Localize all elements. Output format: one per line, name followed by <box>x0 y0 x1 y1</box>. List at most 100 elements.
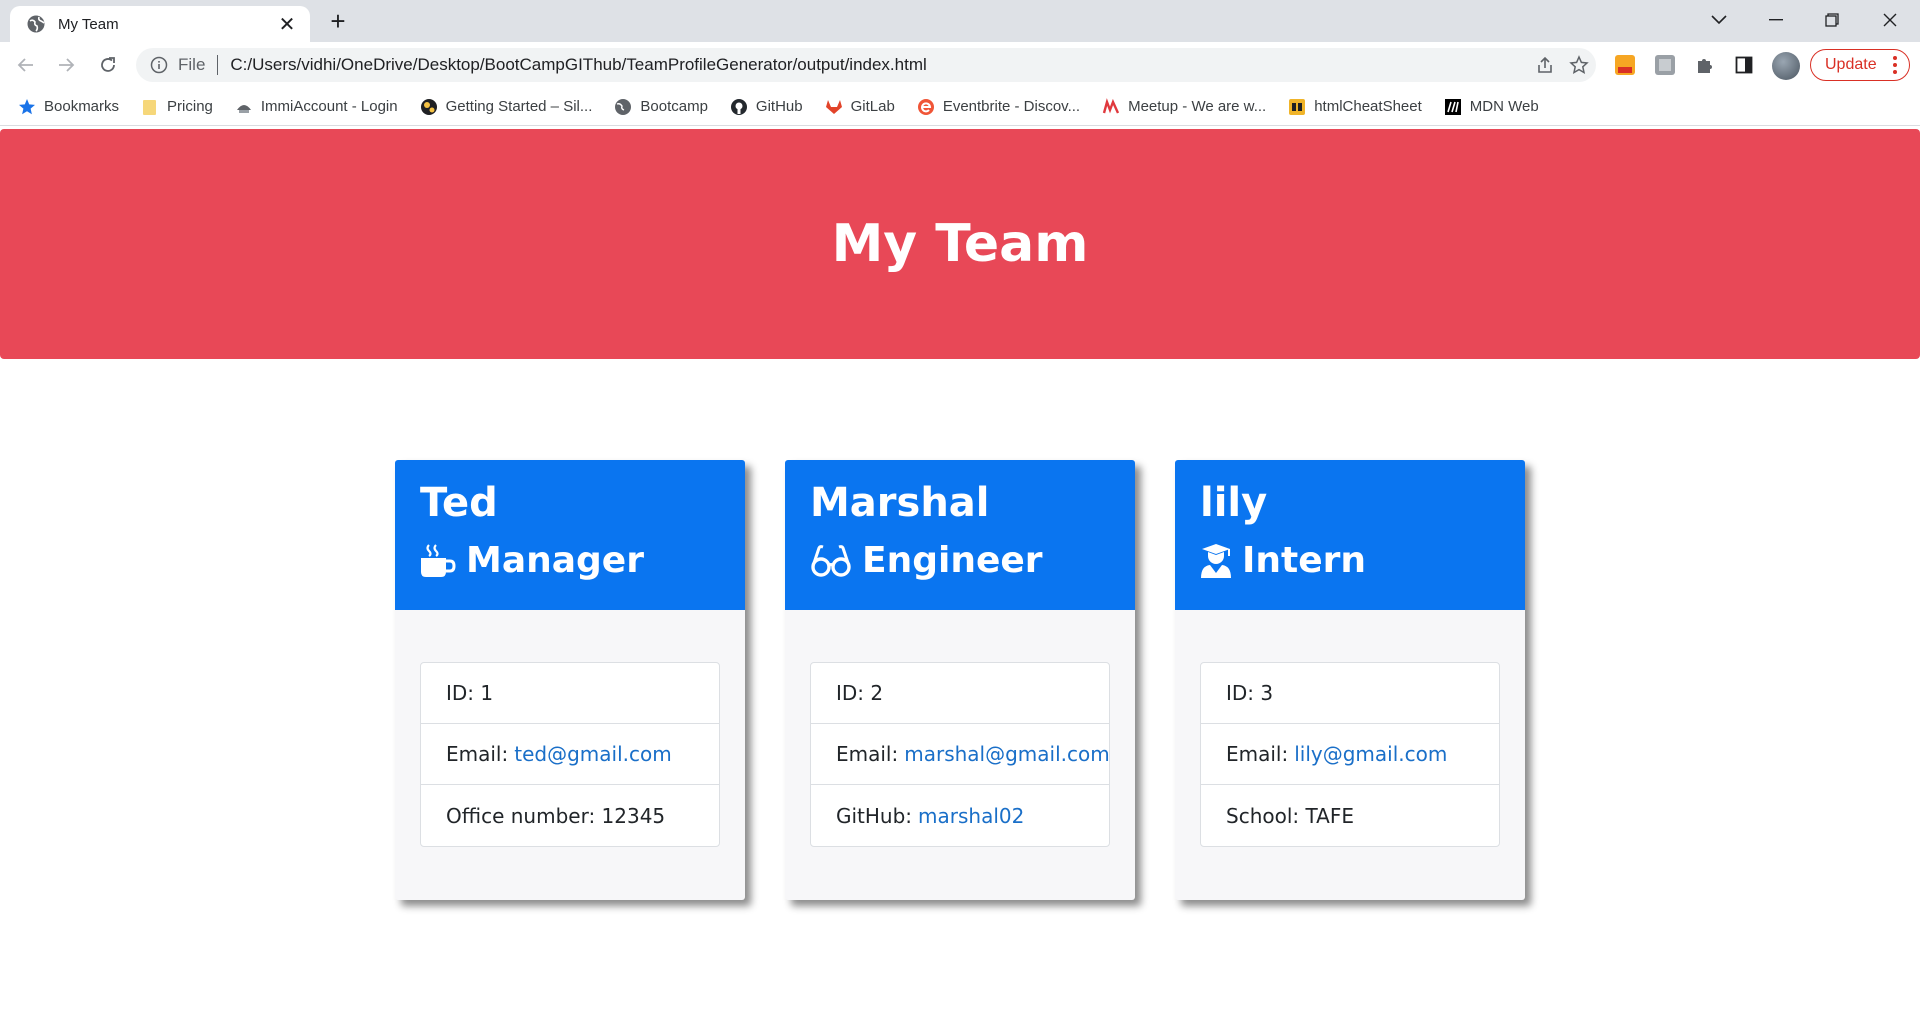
employee-name: lily <box>1200 480 1268 526</box>
employee-card-engineer: Marshal Engineer ID: 2 Email: marshal@gm… <box>785 460 1135 900</box>
page-title: My Team <box>831 214 1089 274</box>
bookmark-eventbrite[interactable]: Eventbrite - Discov... <box>917 98 1080 116</box>
side-panel-button[interactable] <box>1731 52 1757 78</box>
arrow-left-icon <box>17 58 33 72</box>
detail-school: School: TAFE <box>1226 803 1354 828</box>
bookmark-label: GitLab <box>850 98 895 115</box>
page-viewport: My Team Ted Manager ID: 1 Email: ted@gma… <box>0 127 1920 1020</box>
tab-strip: My Team ✕ + <box>0 0 1920 42</box>
email-link[interactable]: ted@gmail.com <box>514 742 671 766</box>
bookmark-getting-started[interactable]: Getting Started – Sil... <box>420 98 593 116</box>
extension-js-button[interactable] <box>1652 52 1678 78</box>
gitlab-icon <box>825 99 842 114</box>
email-label: Email: <box>446 742 509 766</box>
graduate-icon <box>1201 544 1231 578</box>
email-link[interactable]: marshal@gmail.com <box>904 742 1110 766</box>
detail-github: GitHub: marshal02 <box>811 785 1109 846</box>
globe-icon <box>27 15 45 33</box>
bookmark-label: Bookmarks <box>44 98 120 115</box>
bookmark-label: Getting Started – Sil... <box>445 98 593 115</box>
bookmark-label: Bootcamp <box>640 98 708 115</box>
bookmark-label: Eventbrite - Discov... <box>942 98 1081 115</box>
github-label: GitHub: <box>836 803 913 828</box>
card-header: Ted Manager <box>395 460 745 610</box>
card-header: lily Intern <box>1175 460 1525 610</box>
extension-pro-button[interactable] <box>1612 52 1638 78</box>
detail-id: ID: 2 <box>811 663 1109 724</box>
bookmark-label: Pricing <box>167 98 213 115</box>
star-outline-icon <box>1569 55 1589 74</box>
card-body: ID: 3 Email: lily@gmail.com School: TAFE <box>1175 610 1525 847</box>
bookmark-bootcamp[interactable]: Bootcamp <box>614 98 708 116</box>
folder-icon <box>143 99 157 115</box>
minimize-icon <box>1769 19 1783 21</box>
tab-close-icon[interactable]: ✕ <box>276 12 298 37</box>
url-scheme: File <box>178 55 206 74</box>
url-text[interactable]: C:/Users/vidhi/OneDrive/Desktop/BootCamp… <box>230 55 1528 75</box>
update-button[interactable]: Update <box>1810 49 1910 81</box>
employee-role: Engineer <box>810 538 1110 584</box>
eventbrite-icon <box>917 98 934 115</box>
extensions-button[interactable] <box>1692 52 1718 78</box>
bookmark-immiaccount[interactable]: ImmiAccount - Login <box>235 98 398 116</box>
address-bar[interactable]: File C:/Users/vidhi/OneDrive/Desktop/Boo… <box>136 48 1596 82</box>
detail-id: ID: 3 <box>1201 663 1499 724</box>
detail-list: ID: 2 Email: marshal@gmail.com GitHub: m… <box>810 662 1110 847</box>
bookmark-label: ImmiAccount - Login <box>260 98 398 115</box>
meetup-icon <box>1102 97 1120 113</box>
restore-button[interactable] <box>1810 6 1854 34</box>
bookmark-meetup[interactable]: Meetup - We are w... <box>1102 97 1267 116</box>
update-label: Update <box>1825 56 1877 73</box>
detail-email: Email: lily@gmail.com <box>1201 724 1499 785</box>
bookmark-label: GitHub <box>755 98 803 115</box>
profile-avatar[interactable] <box>1772 52 1800 80</box>
detail-email: Email: marshal@gmail.com <box>811 724 1110 785</box>
restore-icon <box>1825 13 1839 27</box>
email-link[interactable]: lily@gmail.com <box>1294 742 1447 766</box>
tab-title: My Team <box>58 15 119 33</box>
employee-name: Ted <box>420 480 498 526</box>
new-tab-button[interactable]: + <box>324 8 352 36</box>
close-icon <box>1883 13 1897 27</box>
gears-icon <box>420 98 437 115</box>
detail-email: Email: ted@gmail.com <box>421 724 719 785</box>
puzzle-icon <box>1698 59 1712 73</box>
fs-icon <box>1289 98 1306 115</box>
minimize-button[interactable] <box>1754 6 1798 34</box>
email-label: Email: <box>1226 742 1289 766</box>
chevron-down-icon <box>1711 15 1727 25</box>
github-icon <box>730 98 747 115</box>
employee-card-manager: Ted Manager ID: 1 Email: ted@gmail.com O… <box>395 460 745 900</box>
share-icon <box>1538 56 1552 73</box>
bookmark-bookmarks[interactable]: Bookmarks <box>18 98 119 116</box>
bookmark-pricing[interactable]: Pricing <box>141 98 213 116</box>
bookmark-star-button[interactable] <box>1562 48 1596 82</box>
reload-button[interactable] <box>94 51 122 79</box>
back-button[interactable] <box>12 51 40 79</box>
card-body: ID: 2 Email: marshal@gmail.com GitHub: m… <box>785 610 1135 847</box>
close-window-button[interactable] <box>1868 6 1912 34</box>
star-icon <box>19 98 35 114</box>
bookmark-label: Meetup - We are w... <box>1128 98 1267 115</box>
bookmarks-bar: Bookmarks Pricing ImmiAccount - Login Ge… <box>0 88 1920 126</box>
detail-list: ID: 1 Email: ted@gmail.com Office number… <box>420 662 720 847</box>
bookmark-mdn[interactable]: MDN Web <box>1444 98 1539 116</box>
card-header: Marshal Engineer <box>785 460 1135 610</box>
bookmark-htmlcheatsheet[interactable]: htmlCheatSheet <box>1288 98 1422 116</box>
js-extension-icon <box>1655 55 1675 75</box>
browser-tab[interactable]: My Team ✕ <box>10 6 310 42</box>
github-link[interactable]: marshal02 <box>918 804 1024 828</box>
role-label: Intern <box>1242 540 1367 581</box>
tab-search-button[interactable] <box>1697 6 1741 34</box>
info-icon[interactable] <box>150 56 168 74</box>
employee-card-intern: lily Intern ID: 3 Email: lily@gmail.com … <box>1175 460 1525 900</box>
forward-button[interactable] <box>52 51 80 79</box>
bookmark-gitlab[interactable]: GitLab <box>825 98 895 116</box>
share-button[interactable] <box>1528 48 1562 82</box>
detail-list: ID: 3 Email: lily@gmail.com School: TAFE <box>1200 662 1500 847</box>
header-banner: My Team <box>0 129 1920 359</box>
role-label: Manager <box>466 540 644 581</box>
bookmark-github[interactable]: GitHub <box>730 98 803 116</box>
kebab-menu-icon[interactable] <box>1893 56 1897 74</box>
bookmark-label: MDN Web <box>1469 98 1539 115</box>
